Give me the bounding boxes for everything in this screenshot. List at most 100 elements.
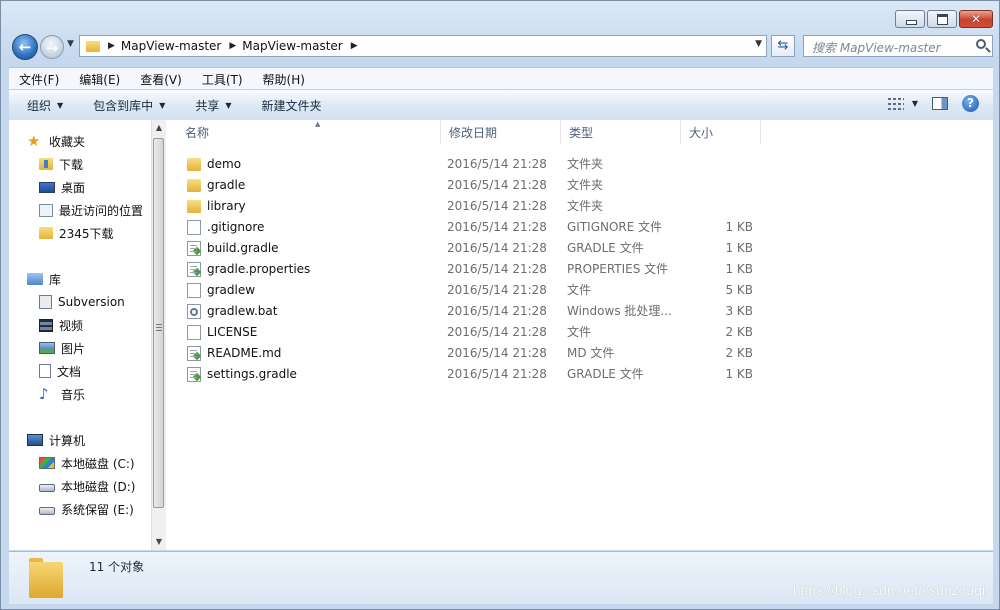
status-bar: 11 个对象 https://blog.csdn.net/csdnzouqi (9, 551, 993, 604)
help-icon[interactable]: ? (962, 95, 979, 112)
close-icon: ✕ (970, 12, 982, 26)
address-dropdown-icon[interactable]: ▼ (755, 39, 762, 49)
nav-item-drive-d[interactable]: 本地磁盘 (D:) (39, 476, 135, 496)
view-controls: ▼ ? (887, 95, 979, 112)
library-icon (27, 273, 43, 285)
share-button[interactable]: 共享 ▼ (195, 97, 231, 114)
file-size: 2 KB (725, 325, 753, 339)
nav-favorites[interactable]: ★ 收藏夹 (27, 131, 85, 151)
breadcrumb-chevron-icon[interactable]: ▶ (351, 41, 358, 51)
command-label: 组织 (27, 98, 52, 113)
table-row[interactable]: gradlew 2016/5/14 21:28 文件 5 KB (166, 280, 993, 301)
table-row[interactable]: gradle 2016/5/14 21:28 文件夹 (166, 175, 993, 196)
nav-item-videos[interactable]: 视频 (39, 315, 83, 335)
table-row[interactable]: settings.gradle 2016/5/14 21:28 GRADLE 文件 1… (166, 364, 993, 385)
nav-computer[interactable]: 计算机 (27, 430, 85, 450)
file-size: 1 KB (725, 367, 753, 381)
view-dropdown-icon[interactable]: ▼ (912, 99, 918, 108)
column-size[interactable]: 大小 (681, 120, 761, 144)
nav-item-drive-e[interactable]: 系统保留 (E:) (39, 499, 134, 519)
scroll-thumb[interactable] (153, 138, 164, 508)
file-date: 2016/5/14 21:28 (447, 157, 547, 171)
menu-file[interactable]: 文件(F) (9, 71, 69, 88)
refresh-button[interactable]: ⇆ (771, 35, 795, 57)
file-name: README.md (207, 346, 282, 360)
file-date: 2016/5/14 21:28 (447, 325, 547, 339)
file-type: 文件夹 (567, 157, 604, 171)
music-icon: ♪ (39, 385, 49, 403)
command-bar: 组织 ▼ 包含到库中 ▼ 共享 ▼ 新建文件夹 ▼ ? (9, 89, 993, 121)
menu-tools[interactable]: 工具(T) (192, 71, 253, 88)
video-icon (39, 318, 53, 332)
minimize-button[interactable] (895, 10, 925, 28)
nav-label: 库 (49, 272, 62, 287)
nav-label: 最近访问的位置 (59, 203, 144, 218)
column-date-modified[interactable]: 修改日期 (441, 120, 561, 144)
breadcrumb-chevron-icon[interactable]: ▶ (229, 41, 236, 51)
address-bar[interactable]: ▶ MapView-master ▶ MapView-master ▶ ▼ (79, 35, 767, 57)
breadcrumb-item[interactable]: MapView-master (121, 39, 221, 53)
nav-label: 视频 (59, 318, 84, 333)
drive-icon (39, 507, 55, 515)
nav-item-music[interactable]: ♪ 音乐 (39, 384, 85, 404)
nav-label: 本地磁盘 (D:) (61, 479, 136, 494)
table-row[interactable]: gradlew.bat 2016/5/14 21:28 Windows 批处理...… (166, 301, 993, 322)
nav-label: 收藏夹 (49, 134, 86, 149)
folder-icon (39, 227, 53, 239)
nav-item-documents[interactable]: 文档 (39, 361, 81, 381)
nav-item-2345-downloads[interactable]: 2345下载 (39, 223, 114, 243)
nav-libraries[interactable]: 库 (27, 269, 61, 289)
nav-scrollbar[interactable]: ▲ ▼ (151, 120, 166, 550)
nav-item-downloads[interactable]: 下载 (39, 154, 83, 174)
document-icon (187, 262, 201, 277)
table-row[interactable]: .gitignore 2016/5/14 21:28 GITIGNORE 文件 1 K… (166, 217, 993, 238)
file-name: gradlew (207, 283, 256, 297)
folder-icon (187, 158, 201, 171)
table-row[interactable]: library 2016/5/14 21:28 文件夹 (166, 196, 993, 217)
search-icon[interactable] (976, 39, 986, 49)
folder-icon (187, 179, 201, 192)
column-type[interactable]: 类型 (561, 120, 681, 144)
nav-item-recent-places[interactable]: 最近访问的位置 (39, 200, 143, 220)
close-button[interactable]: ✕ (959, 10, 993, 28)
new-folder-button[interactable]: 新建文件夹 (262, 97, 322, 114)
menu-help[interactable]: 帮助(H) (253, 71, 315, 88)
file-size (681, 196, 753, 217)
back-button[interactable]: ← (12, 34, 38, 60)
table-row[interactable]: demo 2016/5/14 21:28 文件夹 (166, 154, 993, 175)
file-name: .gitignore (207, 220, 265, 234)
forward-button[interactable]: → (40, 35, 64, 59)
file-type: 文件夹 (567, 178, 604, 192)
maximize-button[interactable] (927, 10, 957, 28)
nav-item-drive-c[interactable]: 本地磁盘 (C:) (39, 453, 135, 473)
nav-item-pictures[interactable]: 图片 (39, 338, 85, 358)
organize-button[interactable]: 组织 ▼ (27, 97, 63, 114)
table-row[interactable]: README.md 2016/5/14 21:28 MD 文件 2 KB (166, 343, 993, 364)
document-icon (187, 346, 201, 361)
nav-item-subversion[interactable]: Subversion (39, 292, 125, 312)
breadcrumb-item[interactable]: MapView-master (242, 39, 342, 53)
recent-pages-dropdown-icon[interactable]: ▼ (67, 39, 74, 49)
file-name: gradlew.bat (207, 304, 278, 318)
table-row[interactable]: gradle.properties 2016/5/14 21:28 PROPERTI… (166, 259, 993, 280)
change-view-icon[interactable] (887, 97, 904, 110)
nav-item-desktop[interactable]: 桌面 (39, 177, 85, 197)
breadcrumb-chevron-icon[interactable]: ▶ (108, 41, 115, 51)
include-in-library-button[interactable]: 包含到库中 ▼ (93, 97, 165, 114)
menu-view[interactable]: 查看(V) (130, 71, 192, 88)
table-row[interactable]: LICENSE 2016/5/14 21:28 文件 2 KB (166, 322, 993, 343)
file-size: 1 KB (725, 220, 753, 234)
documents-icon (39, 364, 51, 378)
column-name[interactable]: 名称 ▲ (177, 120, 441, 144)
file-date: 2016/5/14 21:28 (447, 283, 547, 297)
pictures-icon (39, 342, 55, 354)
search-placeholder: 搜索 MapView-master (812, 41, 941, 55)
table-row[interactable]: build.gradle 2016/5/14 21:28 GRADLE 文件 1 KB (166, 238, 993, 259)
search-input[interactable]: 搜索 MapView-master (803, 35, 993, 57)
file-name: settings.gradle (207, 367, 297, 381)
scroll-up-icon[interactable]: ▲ (152, 120, 166, 136)
scroll-down-icon[interactable]: ▼ (152, 534, 166, 550)
menu-edit[interactable]: 编辑(E) (69, 71, 130, 88)
file-name: LICENSE (207, 325, 258, 339)
preview-pane-icon[interactable] (932, 97, 948, 110)
